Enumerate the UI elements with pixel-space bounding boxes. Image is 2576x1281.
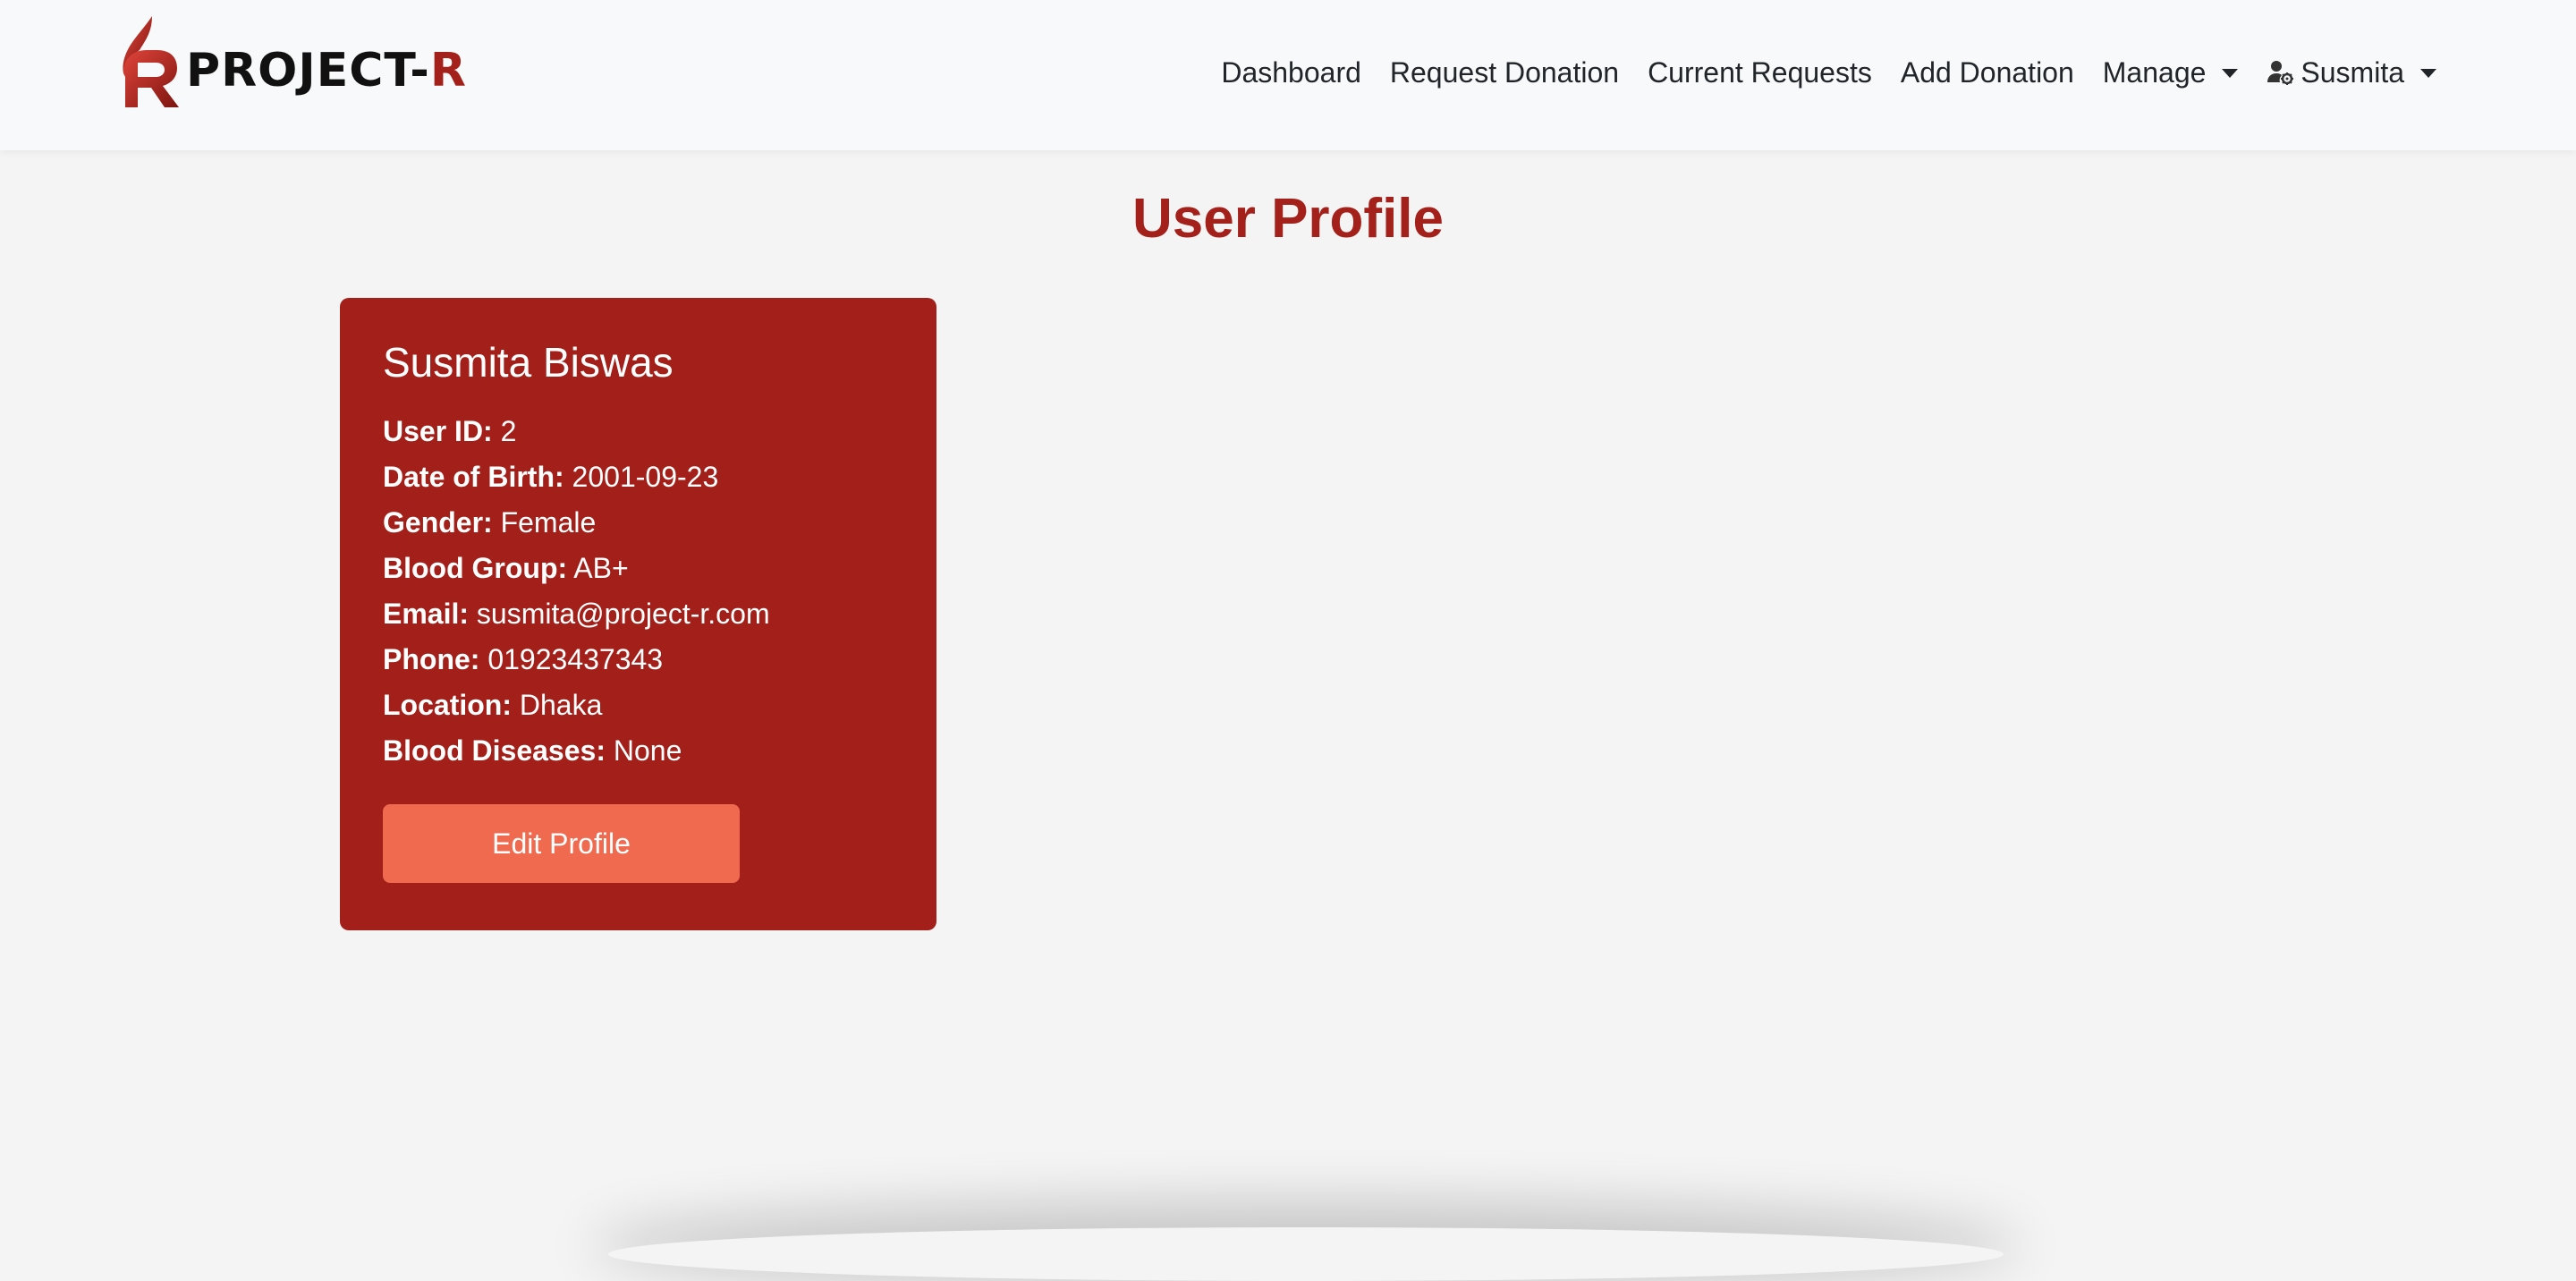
profile-card: Susmita Biswas User ID: 2 Date of Birth:… — [340, 298, 936, 930]
field-value: None — [613, 734, 682, 767]
nav-current-requests-label: Current Requests — [1648, 55, 1872, 89]
nav-user-label: Susmita — [2301, 55, 2404, 89]
top-navbar: PROJECT-R Dashboard Request Donation Cur… — [0, 0, 2576, 150]
footer-shadow — [608, 1227, 2004, 1281]
brand-name-accent: R — [429, 44, 467, 98]
flame-r-logo-icon — [123, 16, 179, 107]
field-label: Blood Diseases: — [383, 734, 606, 767]
edit-profile-button[interactable]: Edit Profile — [383, 804, 740, 883]
nav-manage-dropdown[interactable]: Manage — [2089, 56, 2253, 89]
brand-logo[interactable]: PROJECT-R — [118, 14, 467, 109]
field-label: Gender: — [383, 506, 493, 539]
nav-links: Dashboard Request Donation Current Reque… — [1207, 0, 2451, 145]
brand-name: PROJECT-R — [186, 44, 467, 98]
field-value: Dhaka — [519, 689, 603, 721]
user-gear-icon — [2267, 61, 2294, 85]
field-email: Email: susmita@project-r.com — [383, 591, 894, 637]
nav-add-donation[interactable]: Add Donation — [1886, 56, 2089, 89]
field-blood-diseases: Blood Diseases: None — [383, 728, 894, 774]
nav-request-donation[interactable]: Request Donation — [1376, 56, 1633, 89]
field-value: susmita@project-r.com — [476, 598, 770, 630]
field-label: Date of Birth: — [383, 461, 564, 493]
nav-add-donation-label: Add Donation — [1900, 55, 2074, 89]
field-user-id: User ID: 2 — [383, 409, 894, 454]
field-location: Location: Dhaka — [383, 683, 894, 728]
page-title: User Profile — [1131, 188, 1445, 250]
field-label: Email: — [383, 598, 470, 630]
profile-name: Susmita Biswas — [383, 339, 674, 386]
nav-current-requests[interactable]: Current Requests — [1633, 56, 1886, 89]
field-label: Location: — [383, 689, 512, 721]
field-value: 2 — [500, 415, 517, 447]
field-gender: Gender: Female — [383, 500, 894, 546]
nav-user-dropdown[interactable]: Susmita — [2252, 56, 2451, 89]
field-value: Female — [500, 506, 597, 539]
field-blood-group: Blood Group: AB+ — [383, 546, 894, 591]
field-label: Blood Group: — [383, 552, 568, 584]
field-date-of-birth: Date of Birth: 2001-09-23 — [383, 454, 894, 500]
nav-dashboard-label: Dashboard — [1221, 55, 1361, 89]
field-value: 2001-09-23 — [572, 461, 719, 493]
nav-request-donation-label: Request Donation — [1389, 55, 1620, 89]
field-value: AB+ — [573, 552, 629, 584]
nav-dashboard[interactable]: Dashboard — [1207, 56, 1376, 89]
field-label: User ID: — [383, 415, 493, 447]
caret-down-icon — [2222, 69, 2239, 78]
field-label: Phone: — [383, 643, 480, 675]
field-phone: Phone: 01923437343 — [383, 637, 894, 683]
nav-manage-label: Manage — [2102, 55, 2207, 89]
field-value: 01923437343 — [487, 643, 664, 675]
caret-down-icon — [2420, 69, 2436, 78]
